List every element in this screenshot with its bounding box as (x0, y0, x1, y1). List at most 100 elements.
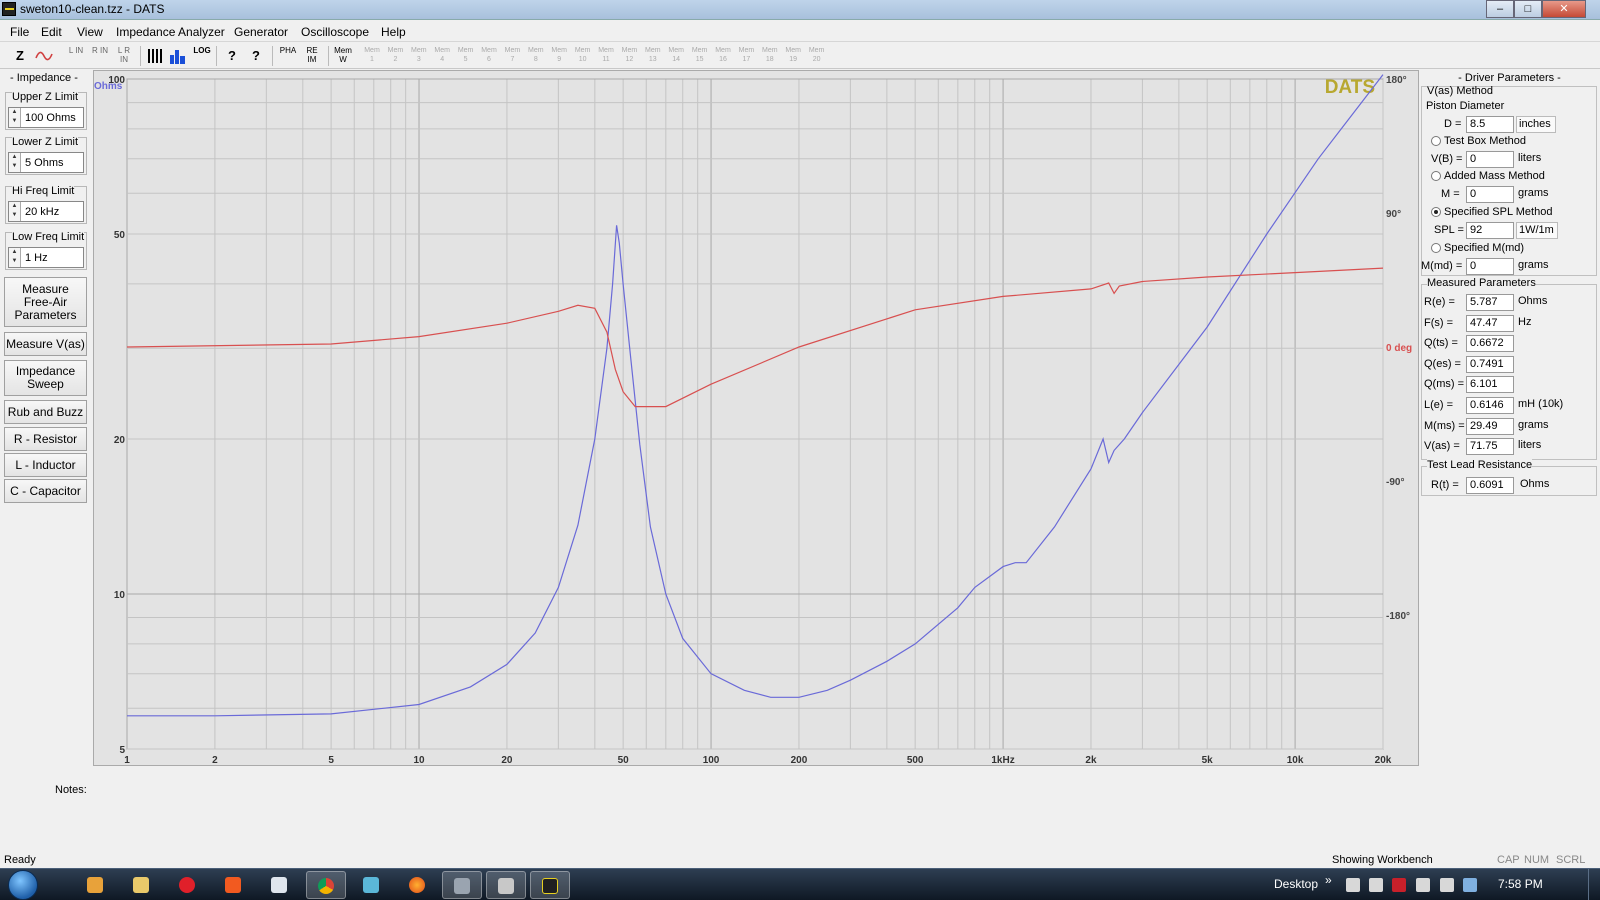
menu-help[interactable]: Help (381, 25, 406, 39)
taskbar-brave[interactable] (214, 871, 254, 899)
menu-generator[interactable]: Generator (234, 25, 288, 39)
menu-view[interactable]: View (77, 25, 103, 39)
spinner-arrows-icon[interactable]: ▲ ▼ (9, 202, 21, 221)
specified-mmd-radio[interactable] (1431, 243, 1441, 253)
memory-slot-button[interactable]: Mem 14 (666, 46, 686, 66)
measure-free-air-button[interactable]: Measure Free-Air Parameters (4, 277, 87, 327)
left-input-button[interactable]: L IN (66, 46, 86, 66)
measured-param-value[interactable]: 29.49 (1466, 417, 1514, 435)
power-tray-icon[interactable] (1346, 878, 1360, 892)
desktop-toolbar-label[interactable]: Desktop (1274, 877, 1318, 891)
measured-param-value[interactable]: 71.75 (1466, 438, 1514, 456)
show-desktop-button[interactable] (1588, 869, 1600, 900)
memory-slot-button[interactable]: Mem 12 (619, 46, 639, 66)
measured-param-value[interactable]: 0.6672 (1466, 335, 1514, 353)
taskbar-explorer[interactable] (122, 871, 162, 899)
histogram-button[interactable] (168, 46, 188, 66)
taskbar-audio-app[interactable] (486, 871, 526, 899)
memory-slot-button[interactable]: Mem 2 (385, 46, 405, 66)
memory-slot-button[interactable]: Mem 15 (690, 46, 710, 66)
spl-field[interactable]: 92 (1466, 222, 1514, 239)
measured-param-value[interactable]: 47.47 (1466, 314, 1514, 332)
upper-z-limit-spinner[interactable]: ▲ ▼ 100 Ohms (8, 107, 84, 128)
memory-write-button[interactable]: Mem W (333, 46, 353, 66)
memory-slot-button[interactable]: Mem 5 (456, 46, 476, 66)
taskbar-media-player[interactable] (76, 871, 116, 899)
spl-unit[interactable]: 1W/1m (1516, 222, 1558, 239)
memory-slot-button[interactable]: Mem 1 (362, 46, 382, 66)
taskbar-document[interactable] (260, 871, 300, 899)
taskbar-firefox[interactable] (398, 871, 438, 899)
maximize-button[interactable]: □ (1514, 0, 1542, 18)
inductor-button[interactable]: L - Inductor (4, 453, 87, 477)
memory-slot-button[interactable]: Mem 3 (409, 46, 429, 66)
low-freq-limit-spinner[interactable]: ▲ ▼ 1 Hz (8, 247, 84, 268)
measured-param-value[interactable]: 6.101 (1466, 376, 1514, 394)
real-imaginary-button[interactable]: RE IM (302, 46, 322, 66)
update-tray-icon[interactable] (1463, 878, 1477, 892)
close-button[interactable]: ✕ (1542, 0, 1586, 18)
sine-wave-button[interactable] (34, 46, 54, 66)
memory-slot-button[interactable]: Mem 20 (807, 46, 827, 66)
memory-slot-button[interactable]: Mem 7 (502, 46, 522, 66)
volume-tray-icon[interactable] (1369, 878, 1383, 892)
menu-file[interactable]: File (10, 25, 29, 39)
mcafee-tray-icon[interactable] (1392, 878, 1406, 892)
memory-slot-button[interactable]: Mem 4 (432, 46, 452, 66)
resistor-button[interactable]: R - Resistor (4, 427, 87, 451)
taskbar-dats[interactable] (530, 871, 570, 899)
chevron-icon[interactable]: » (1325, 873, 1332, 887)
menu-oscilloscope[interactable]: Oscilloscope (301, 25, 369, 39)
mmd-field[interactable]: 0 (1466, 258, 1514, 275)
memory-slot-button[interactable]: Mem 17 (736, 46, 756, 66)
action-center-flag-icon[interactable] (1440, 878, 1454, 892)
memory-slot-button[interactable]: Mem 13 (643, 46, 663, 66)
impedance-sweep-button[interactable]: Impedance Sweep (4, 360, 87, 396)
memory-slot-button[interactable]: Mem 16 (713, 46, 733, 66)
clock[interactable]: 7:58 PM (1498, 877, 1543, 891)
phase-button[interactable]: PHA (278, 46, 298, 66)
memory-slot-button[interactable]: Mem 8 (526, 46, 546, 66)
taskbar-opera[interactable] (168, 871, 208, 899)
measure-vas-button[interactable]: Measure V(as) (4, 332, 87, 356)
spinner-arrows-icon[interactable]: ▲ ▼ (9, 248, 21, 267)
specified-spl-method-radio[interactable] (1431, 207, 1441, 217)
start-button-icon[interactable] (8, 870, 38, 900)
minimize-button[interactable]: – (1486, 0, 1514, 18)
lower-z-limit-spinner[interactable]: ▲ ▼ 5 Ohms (8, 152, 84, 173)
menu-edit[interactable]: Edit (41, 25, 62, 39)
piston-diameter-field[interactable]: 8.5 (1466, 116, 1514, 133)
log-scale-button[interactable]: LOG (192, 46, 212, 66)
test-box-method-radio[interactable] (1431, 136, 1441, 146)
added-mass-field[interactable]: 0 (1466, 186, 1514, 203)
taskbar-notepad[interactable] (352, 871, 392, 899)
spinner-arrows-icon[interactable]: ▲ ▼ (9, 108, 21, 127)
whats-this-button[interactable]: ? (246, 46, 266, 66)
measured-param-value[interactable]: 0.7491 (1466, 355, 1514, 373)
measured-param-value[interactable]: 0.6146 (1466, 397, 1514, 414)
network-tray-icon[interactable] (1416, 878, 1430, 892)
diameter-unit[interactable]: inches (1516, 116, 1556, 133)
right-input-button[interactable]: R IN (90, 46, 110, 66)
memory-slot-button[interactable]: Mem 9 (549, 46, 569, 66)
memory-slot-button[interactable]: Mem 19 (783, 46, 803, 66)
hi-freq-limit-spinner[interactable]: ▲ ▼ 20 kHz (8, 201, 84, 222)
bars-button[interactable] (146, 46, 166, 66)
taskbar-app-grey[interactable] (442, 871, 482, 899)
measured-param-value[interactable]: 5.787 (1466, 294, 1514, 311)
added-mass-method-radio[interactable] (1431, 171, 1441, 181)
vb-field[interactable]: 0 (1466, 151, 1514, 168)
rub-and-buzz-button[interactable]: Rub and Buzz (4, 400, 87, 424)
capacitor-button[interactable]: C - Capacitor (4, 479, 87, 503)
memory-slot-button[interactable]: Mem 6 (479, 46, 499, 66)
help-button[interactable]: ? (222, 46, 242, 66)
taskbar-chrome[interactable] (306, 871, 346, 899)
impedance-mode-button[interactable]: Z (10, 46, 30, 66)
menu-impedance-analyzer[interactable]: Impedance Analyzer (116, 25, 225, 39)
lr-input-button[interactable]: L R IN (114, 46, 134, 66)
memory-slot-button[interactable]: Mem 11 (596, 46, 616, 66)
rt-field[interactable]: 0.6091 (1466, 477, 1514, 494)
spinner-arrows-icon[interactable]: ▲ ▼ (9, 153, 21, 172)
memory-slot-button[interactable]: Mem 10 (573, 46, 593, 66)
memory-slot-button[interactable]: Mem 18 (760, 46, 780, 66)
